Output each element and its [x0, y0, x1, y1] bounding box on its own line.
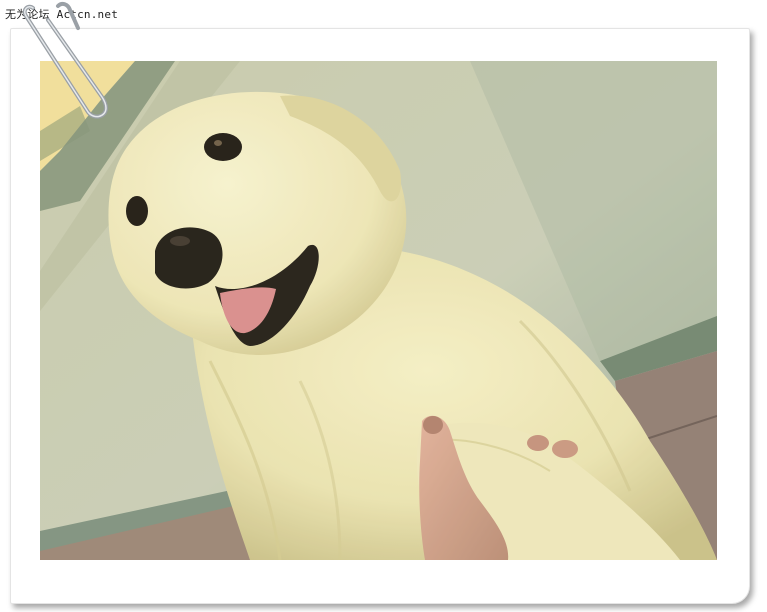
dog-photo-illustration — [40, 61, 717, 560]
dog-photo — [40, 61, 717, 560]
paperclip-icon — [22, 1, 109, 119]
color-tint — [40, 61, 717, 560]
